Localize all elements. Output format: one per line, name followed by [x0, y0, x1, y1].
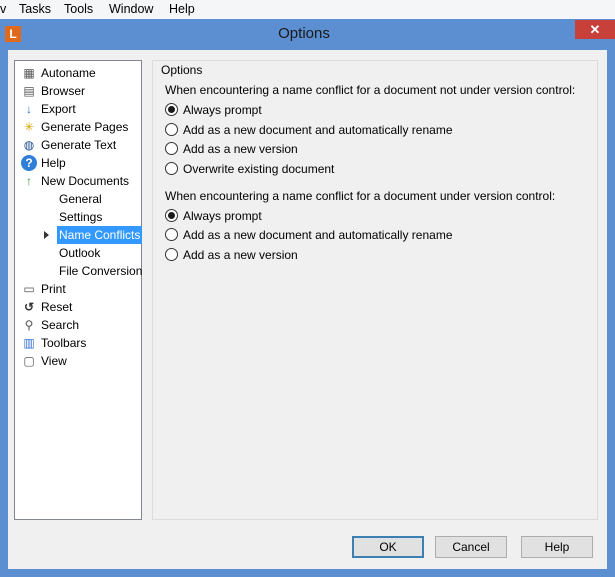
- radio-indicator: [165, 123, 178, 136]
- radio-label: Add as a new document and automatically …: [183, 228, 453, 242]
- menu-tasks[interactable]: Tasks: [19, 2, 51, 16]
- options-dialog: L Options ✕ ▦ Autoname ▤ Browser ↓ Expor…: [0, 19, 615, 577]
- question-not-under-version-control: When encountering a name conflict for a …: [165, 83, 576, 97]
- menu-tools[interactable]: Tools: [64, 2, 93, 16]
- radio-label: Always prompt: [183, 209, 262, 223]
- tree-item-label: Search: [41, 318, 80, 332]
- ok-button[interactable]: OK: [352, 536, 424, 558]
- autoname-icon: ▦: [23, 66, 35, 80]
- options-category-tree[interactable]: ▦ Autoname ▤ Browser ↓ Export ✳ Generate…: [14, 60, 142, 520]
- tree-item-label: View: [41, 354, 67, 368]
- tree-item-label: Print: [41, 282, 66, 296]
- name-conflicts-panel: Options When encountering a name conflic…: [152, 60, 598, 520]
- title-bar: L Options ✕: [0, 19, 615, 50]
- generate-text-icon: ◍: [23, 138, 35, 152]
- tree-subitem-general[interactable]: General: [57, 190, 104, 208]
- cancel-button[interactable]: Cancel: [435, 536, 507, 558]
- tree-item-label: Browser: [41, 84, 86, 98]
- radio-indicator: [165, 228, 178, 241]
- question-under-version-control: When encountering a name conflict for a …: [165, 189, 556, 203]
- dialog-body: ▦ Autoname ▤ Browser ↓ Export ✳ Generate…: [8, 50, 607, 569]
- tree-item-label: Reset: [41, 300, 73, 314]
- help-icon: ?: [21, 155, 37, 171]
- tree-subitem-file-conversion[interactable]: File Conversion: [57, 262, 144, 280]
- radio-indicator: [165, 103, 178, 116]
- new-documents-icon: ↑: [26, 174, 32, 188]
- tree-item-label: New Documents: [41, 174, 130, 188]
- radio-indicator: [165, 142, 178, 155]
- menu-bar: v Tasks Tools Window Help: [0, 0, 615, 20]
- help-button[interactable]: Help: [521, 536, 593, 558]
- radio-label: Add as a new version: [183, 248, 298, 262]
- search-icon: ⚲: [24, 318, 34, 332]
- print-icon: ▭: [23, 282, 35, 296]
- tree-item-label: Generate Pages: [41, 120, 129, 134]
- expand-arrow-icon[interactable]: [44, 231, 49, 239]
- dialog-title: Options: [278, 25, 330, 42]
- view-icon: ▢: [23, 354, 35, 368]
- tree-subitem-settings[interactable]: Settings: [57, 208, 104, 226]
- tree-subitem-outlook[interactable]: Outlook: [57, 244, 102, 262]
- radio-label: Always prompt: [183, 103, 262, 117]
- generate-pages-icon: ✳: [23, 120, 35, 134]
- toolbars-icon: ▥: [23, 336, 35, 350]
- tree-item-label: Help: [41, 156, 66, 170]
- close-icon: ✕: [589, 22, 601, 37]
- browser-icon: ▤: [23, 84, 35, 98]
- radio-indicator: [165, 248, 178, 261]
- tree-subitem-name-conflicts[interactable]: Name Conflicts: [57, 226, 143, 244]
- reset-icon: ↺: [23, 300, 35, 314]
- tree-item-label: Export: [41, 102, 76, 116]
- menu-window[interactable]: Window: [109, 2, 153, 16]
- radio-label: Add as a new version: [183, 142, 298, 156]
- radio-indicator: [165, 162, 178, 175]
- close-button[interactable]: ✕: [575, 20, 615, 39]
- radio-label: Add as a new document and automatically …: [183, 123, 453, 137]
- menu-view[interactable]: v: [0, 2, 6, 16]
- menu-help[interactable]: Help: [169, 2, 195, 16]
- radio-label: Overwrite existing document: [183, 162, 335, 176]
- export-icon: ↓: [26, 102, 32, 116]
- group-title: Options: [161, 63, 203, 77]
- tree-item-label: Autoname: [41, 66, 96, 80]
- radio-indicator: [165, 209, 178, 222]
- tree-item-label: Toolbars: [41, 336, 87, 350]
- tree-item-label: Generate Text: [41, 138, 117, 152]
